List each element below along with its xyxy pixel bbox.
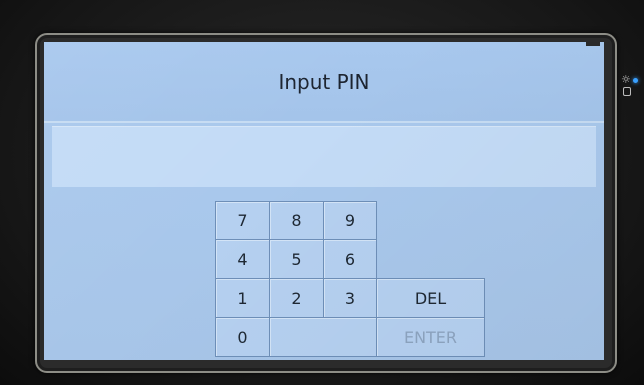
key-9[interactable]: 9 — [323, 201, 377, 240]
lock-icon — [623, 87, 631, 96]
key-7[interactable]: 7 — [215, 201, 270, 240]
key-0[interactable]: 0 — [215, 317, 270, 357]
title-bar: Input PIN — [44, 42, 604, 122]
key-6[interactable]: 6 — [323, 239, 377, 279]
key-2[interactable]: 2 — [269, 278, 324, 318]
key-4[interactable]: 4 — [215, 239, 270, 279]
blank-key — [269, 317, 377, 357]
sun-icon: ☼ — [621, 73, 631, 86]
page-title: Input PIN — [278, 70, 370, 94]
key-3[interactable]: 3 — [323, 278, 377, 318]
key-8[interactable]: 8 — [269, 201, 324, 240]
key-5[interactable]: 5 — [269, 239, 324, 279]
title-divider — [44, 121, 604, 123]
touch-screen: Input PIN 7 8 9 4 5 6 1 2 3 DEL 0 ENTER — [44, 42, 604, 360]
pin-input-field[interactable] — [52, 126, 596, 187]
delete-button[interactable]: DEL — [376, 278, 485, 318]
enter-button[interactable]: ENTER — [376, 317, 485, 357]
side-indicators: ☼ — [621, 74, 639, 104]
keypad-area: 7 8 9 4 5 6 1 2 3 DEL 0 ENTER — [44, 188, 604, 360]
led-indicator-icon — [633, 78, 638, 83]
bezel-corner-mark — [586, 42, 600, 46]
key-1[interactable]: 1 — [215, 278, 270, 318]
device-frame: Input PIN 7 8 9 4 5 6 1 2 3 DEL 0 ENTER … — [0, 0, 644, 385]
